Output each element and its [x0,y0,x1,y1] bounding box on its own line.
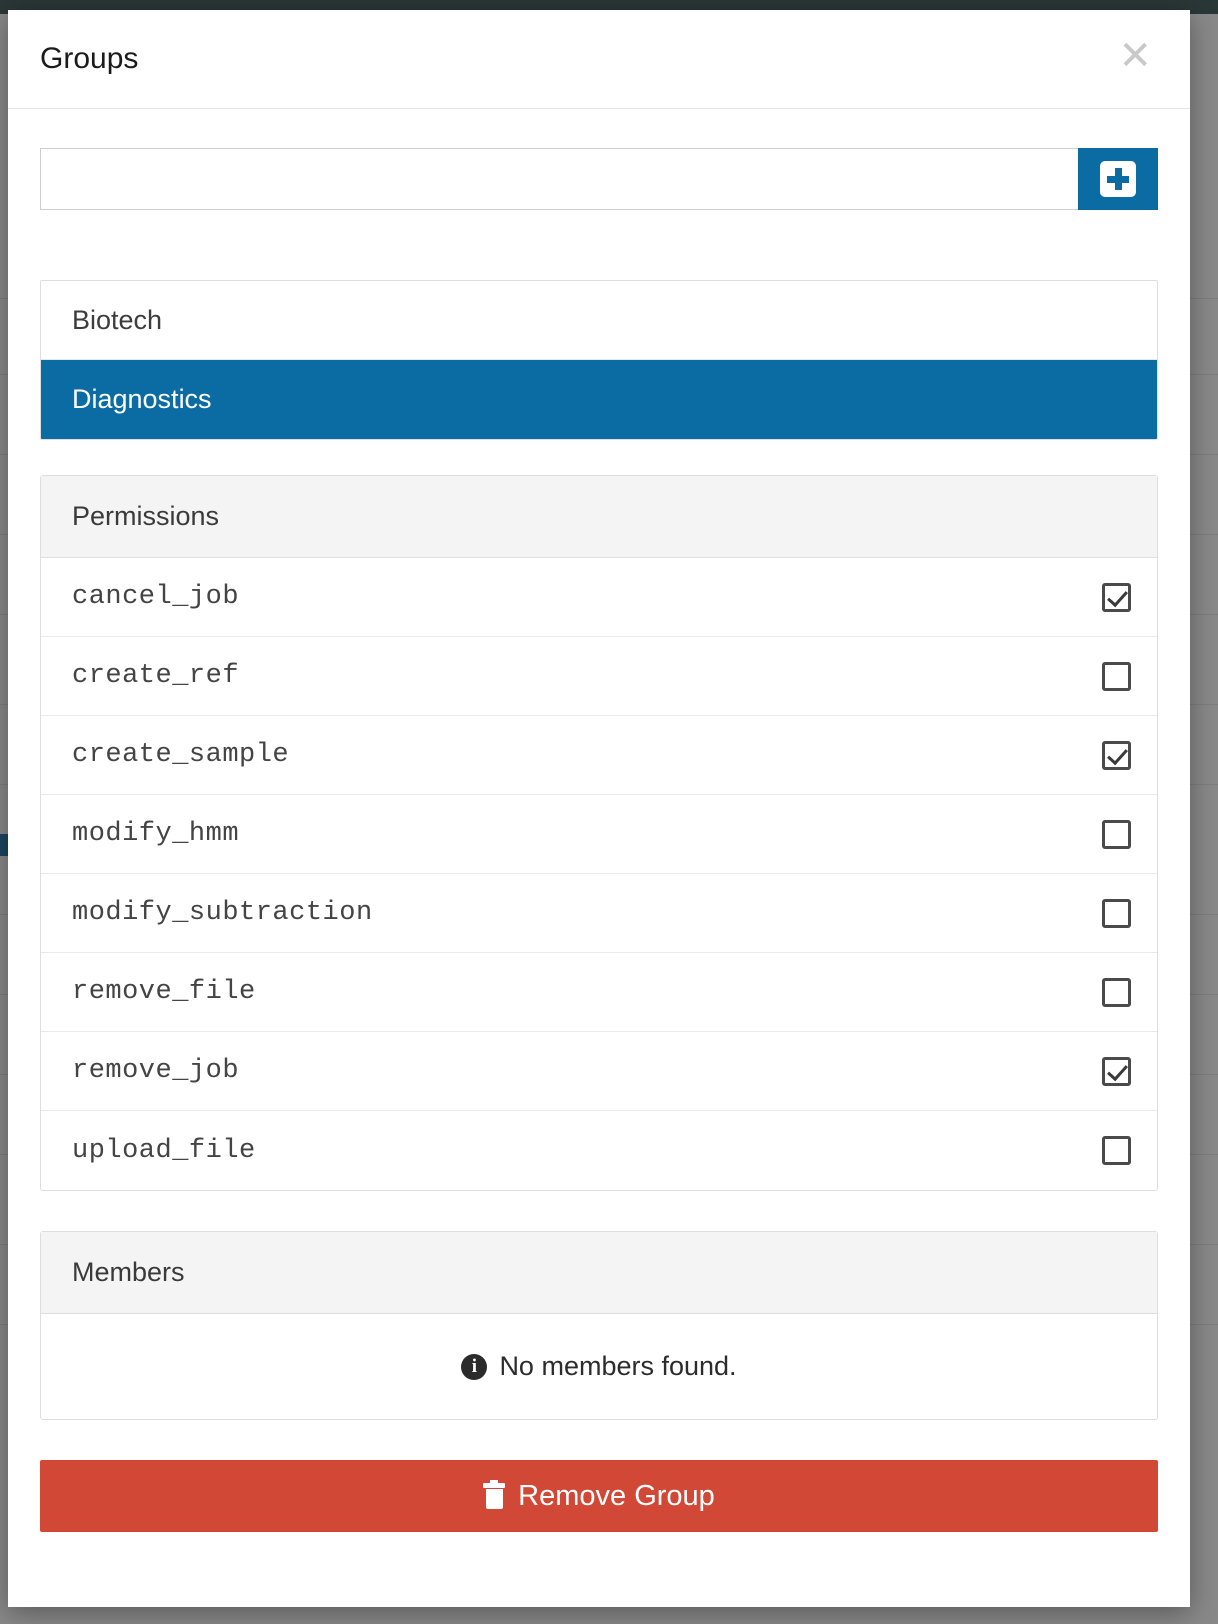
permissions-panel: Permissions cancel_job create_ref create… [40,475,1158,1191]
permission-row-create-ref[interactable]: create_ref [41,637,1157,716]
close-icon[interactable]: ✕ [1112,36,1158,82]
permissions-panel-header: Permissions [41,476,1157,558]
plus-square-icon [1100,161,1136,197]
new-group-name-input[interactable] [40,148,1078,210]
info-circle-icon: i [461,1354,487,1380]
modal-header: Groups ✕ [8,10,1190,109]
groups-modal: Groups ✕ Biotech Diagnostics [8,10,1190,1607]
modal-title: Groups [40,42,138,76]
permission-checkbox[interactable] [1102,978,1131,1007]
remove-group-label: Remove Group [518,1480,715,1513]
permission-label: cancel_job [72,582,239,612]
permission-row-modify-hmm[interactable]: modify_hmm [41,795,1157,874]
permission-checkbox[interactable] [1102,899,1131,928]
group-list-item-biotech[interactable]: Biotech [41,281,1157,360]
members-empty-message: No members found. [499,1351,736,1382]
screen: Jobs Samples References HMM Subtraction … [0,0,1218,1624]
members-panel: Members i No members found. [40,1231,1158,1420]
permission-row-cancel-job[interactable]: cancel_job [41,558,1157,637]
permission-checkbox[interactable] [1102,741,1131,770]
permission-label: modify_subtraction [72,898,373,928]
permission-label: modify_hmm [72,819,239,849]
permission-row-remove-job[interactable]: remove_job [41,1032,1157,1111]
permission-label: upload_file [72,1136,256,1166]
permission-row-upload-file[interactable]: upload_file [41,1111,1157,1190]
permission-checkbox[interactable] [1102,1057,1131,1086]
members-empty-state: i No members found. [41,1314,1157,1419]
trash-icon [483,1483,505,1509]
group-item-label: Diagnostics [72,384,212,415]
permission-label: create_ref [72,661,239,691]
group-list: Biotech Diagnostics [40,280,1158,440]
permission-checkbox[interactable] [1102,583,1131,612]
remove-group-button[interactable]: Remove Group [40,1460,1158,1532]
permission-row-create-sample[interactable]: create_sample [41,716,1157,795]
group-list-item-diagnostics[interactable]: Diagnostics [41,360,1157,439]
modal-body: Biotech Diagnostics Permissions cancel_j… [8,109,1190,1607]
group-item-label: Biotech [72,305,162,336]
add-group-button[interactable] [1078,148,1158,210]
permission-label: create_sample [72,740,289,770]
permission-row-remove-file[interactable]: remove_file [41,953,1157,1032]
permission-label: remove_job [72,1056,239,1086]
members-panel-header: Members [41,1232,1157,1314]
permission-checkbox[interactable] [1102,820,1131,849]
permission-row-modify-subtraction[interactable]: modify_subtraction [41,874,1157,953]
permission-checkbox[interactable] [1102,1136,1131,1165]
add-group-form [40,148,1158,210]
permission-label: remove_file [72,977,256,1007]
permission-checkbox[interactable] [1102,662,1131,691]
